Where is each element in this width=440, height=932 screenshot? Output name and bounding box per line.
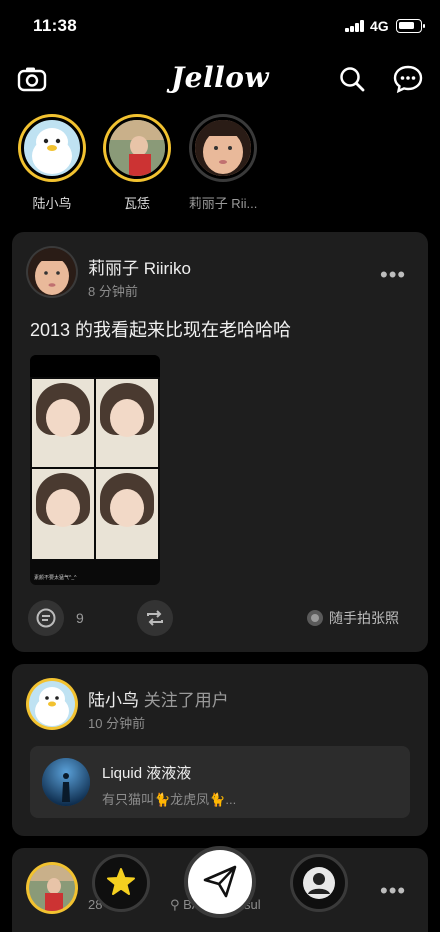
avatar [192,117,254,179]
avatar[interactable] [26,246,78,298]
battery-icon [396,19,425,33]
followed-user-name: Liquid 液液液 [102,765,192,782]
more-options-icon[interactable]: ••• [380,264,406,286]
chat-bubble-icon[interactable] [392,63,424,95]
search-icon[interactable] [336,63,368,95]
avatar[interactable] [26,678,78,730]
avatar [106,117,168,179]
story-name: 莉丽子 Rii... [188,196,258,211]
avatar[interactable] [26,862,78,914]
story-item[interactable]: 陆小鸟 [16,114,88,212]
top-bar: Jellow [0,55,440,101]
stories-row: 陆小鸟 瓦恁 莉丽子 Rii... [0,114,440,224]
compose-button[interactable] [184,846,256,918]
activity-card[interactable]: 陆小鸟 关注了用户 10 分钟前 Liquid 液液液 有只猫叫🐈龙虎凤🐈... [12,664,428,836]
topic-tag[interactable]: 随手拍张照 [307,608,399,628]
activity-author[interactable]: 陆小鸟 [88,691,139,710]
paper-plane-icon [203,865,237,898]
comment-button[interactable] [28,600,64,636]
profile-tab-button[interactable] [290,854,348,912]
post-text: 2013 的我看起来比现在老哈哈哈 [30,320,292,340]
story-ring [18,114,86,182]
activity-time: 10 分钟前 [88,716,146,731]
story-item[interactable]: 瓦恁 [101,114,173,212]
photo-caption: 素颜不要太猛气^_^ [34,575,77,581]
story-name: 瓦恁 [123,196,150,211]
photo-cell [32,379,94,467]
comment-icon [36,608,56,628]
app-logo: Jellow [170,61,270,94]
repost-icon [147,610,163,626]
photo-cell [32,469,94,559]
followed-user-bio: 有只猫叫🐈龙虎凤🐈... [102,792,237,807]
status-time: 11:38 [33,16,78,35]
cellular-signal-icon [345,20,365,32]
activity-action: 关注了用户 [143,691,229,710]
location-pin-icon: ⚲ [170,897,180,912]
story-name: 陆小鸟 [32,196,72,211]
post-author[interactable]: 莉丽子 Riiriko [88,254,191,279]
story-ring [189,114,257,182]
photo-cell [96,469,158,559]
photo-cell [96,379,158,467]
post-photo[interactable]: 素颜不要太猛气^_^ [30,355,160,585]
avatar [42,758,90,806]
topic-icon [307,610,323,626]
repost-button[interactable] [137,600,173,636]
comment-count: 9 [76,610,84,626]
status-bar: 11:38 4G [0,0,440,50]
followed-user-card[interactable]: Liquid 液液液 有只猫叫🐈龙虎凤🐈... [30,746,410,818]
story-item[interactable]: 莉丽子 Rii... [187,114,259,212]
network-type: 4G [370,18,389,34]
more-options-icon[interactable]: ••• [380,880,406,902]
featured-tab-button[interactable] [92,854,150,912]
post-card[interactable]: 莉丽子 Riiriko 8 分钟前 ••• 2013 的我看起来比现在老哈哈哈 … [12,232,428,652]
star-icon [107,868,135,895]
topic-label: 随手拍张照 [329,610,399,626]
activity-line: 陆小鸟 关注了用户 [88,686,229,711]
battery-level [399,22,414,29]
user-icon [303,867,335,899]
post-time: 8 分钟前 [88,284,138,299]
story-ring [103,114,171,182]
avatar [21,117,83,179]
